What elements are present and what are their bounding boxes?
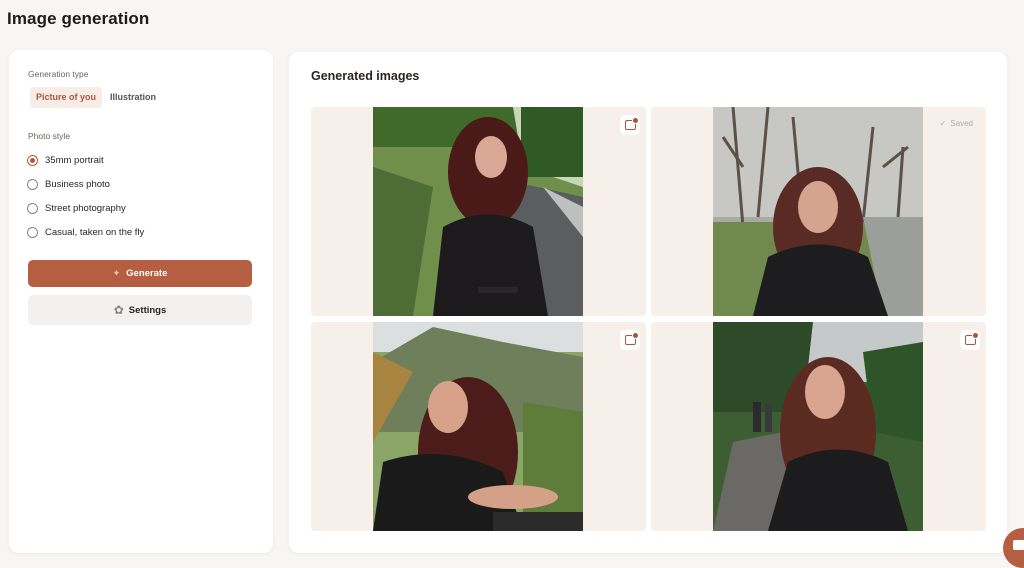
generated-image-tile[interactable] [651,322,986,531]
radio-button-checked[interactable] [27,154,38,166]
generate-label: Generate [126,268,168,279]
radio-label: Business photo [45,178,110,190]
radio-business-photo[interactable]: Business photo [27,172,144,196]
radio-street-photography[interactable]: Street photography [27,196,144,220]
generated-image-tile[interactable] [311,322,646,531]
radio-label: Casual, taken on the fly [45,226,145,238]
settings-button[interactable]: ✿ Settings [28,295,252,325]
radio-button[interactable] [27,178,38,190]
generated-image-tile[interactable] [311,107,646,316]
gear-icon: ✿ [113,303,124,317]
radio-button[interactable] [27,226,38,238]
radio-button[interactable] [27,202,38,214]
radio-casual[interactable]: Casual, taken on the fly [27,220,144,244]
save-image-icon[interactable] [960,330,980,350]
photo-style-options: 35mm portrait Business photo Street phot… [27,148,144,244]
generated-images-panel: Generated images ✓ Saved [289,52,1007,553]
generation-settings-panel: Generation type Picture of you Illustrat… [9,50,273,553]
save-image-icon[interactable] [620,330,640,350]
radio-35mm-portrait[interactable]: 35mm portrait [27,148,144,172]
generated-photo[interactable] [713,322,923,531]
settings-label: Settings [128,304,167,316]
generated-photo[interactable] [373,107,583,316]
generated-image-tile[interactable]: ✓ Saved [651,107,986,316]
radio-label: Street photography [45,202,126,214]
tab-illustration[interactable]: Illustration [104,87,162,108]
page-title: Image generation [7,9,150,28]
check-icon: ✓ [939,118,947,128]
generation-type-tabs: Picture of you Illustration [30,87,162,108]
generate-button[interactable]: ✦ Generate [28,260,252,287]
generation-type-label: Generation type [28,69,89,79]
generated-photo[interactable] [713,107,923,316]
gallery-title: Generated images [311,69,420,83]
photo-style-label: Photo style [28,131,71,141]
saved-label: Saved [950,118,973,128]
save-image-icon[interactable] [620,115,640,135]
sparkle-icon: ✦ [112,268,121,278]
radio-label: 35mm portrait [45,154,104,166]
tab-picture-of-you[interactable]: Picture of you [30,87,103,108]
generated-photo[interactable] [373,322,583,531]
saved-badge: ✓ Saved [934,115,979,131]
